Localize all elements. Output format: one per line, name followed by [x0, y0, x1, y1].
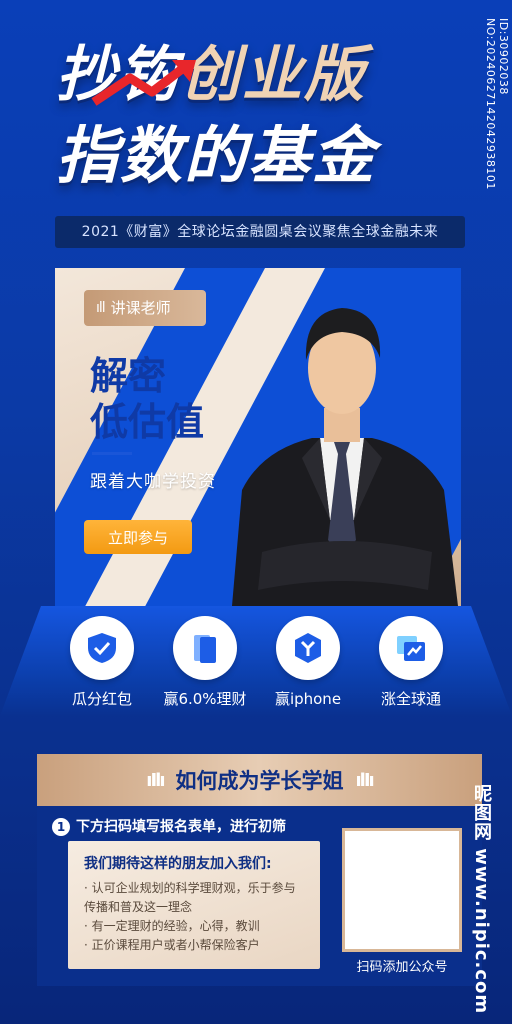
- feature-global[interactable]: 涨全球通: [359, 616, 463, 709]
- teacher-photo: [232, 308, 458, 606]
- qr-code-placeholder[interactable]: [342, 828, 462, 952]
- requirements-title: 我们期待这样的朋友加入我们:: [84, 856, 272, 872]
- sound-wave-icon: ıIlı: [146, 769, 165, 791]
- panel-header: ıIlı 如何成为学长学姐 ılIı: [37, 754, 482, 806]
- requirement-item: · 有一定理财的经验，心得，教训: [84, 919, 260, 933]
- hero-tagline: 跟着大咖学投资: [90, 472, 216, 492]
- sound-wave-icon: ıll: [96, 300, 106, 316]
- panel-title: 如何成为学长学姐: [175, 769, 344, 793]
- subtitle-bar: 2021《财富》全球论坛金融圆桌会议聚焦全球金融未来: [55, 216, 465, 248]
- trend-arrow-icon: [91, 60, 196, 106]
- shield-check-icon: [88, 633, 116, 663]
- teacher-tag-label: 讲课老师: [110, 299, 171, 317]
- requirement-item: · 正价课程用户或者小帮保险客户: [84, 938, 260, 952]
- sound-wave-icon: ılIı: [355, 769, 375, 791]
- teacher-tag: ıll 讲课老师: [84, 290, 206, 326]
- watermark: 昵图网 www.nipic.com: [471, 784, 492, 1015]
- title-line-2: 指数的基金: [56, 119, 377, 192]
- image-id-code: ID:30902038 NO:20240627142042938101: [484, 18, 510, 190]
- chart-window-icon: [397, 636, 425, 661]
- step-text: 下方扫码填写报名表单，进行初筛: [76, 819, 286, 835]
- title-gold-text: 创业版: [180, 40, 366, 110]
- feature-red-packet[interactable]: 瓜分红包: [50, 616, 154, 709]
- feature-finance[interactable]: 赢6.0%理财: [153, 616, 257, 709]
- feature-label: 赢iphone: [274, 690, 342, 708]
- requirement-item: · 认可企业规划的科学理财观，乐于参与: [84, 881, 296, 895]
- hexagon-y-icon: [295, 633, 321, 663]
- cards-icon: [194, 635, 216, 663]
- feature-label: 赢6.0%理财: [163, 690, 247, 708]
- feature-label: 涨全球通: [380, 690, 441, 708]
- hero-headline-2: 低估值: [90, 400, 205, 444]
- feature-label: 瓜分红包: [71, 690, 132, 708]
- join-now-button[interactable]: 立即参与: [84, 520, 192, 554]
- step-number-badge: 1: [52, 818, 70, 836]
- hero-headline-1: 解密: [90, 354, 167, 398]
- feature-iphone[interactable]: 赢iphone: [256, 616, 360, 709]
- qr-label: 扫码添加公众号: [356, 960, 448, 975]
- headline-underline: [92, 452, 132, 455]
- requirement-item: 传播和普及这一理念: [84, 900, 193, 914]
